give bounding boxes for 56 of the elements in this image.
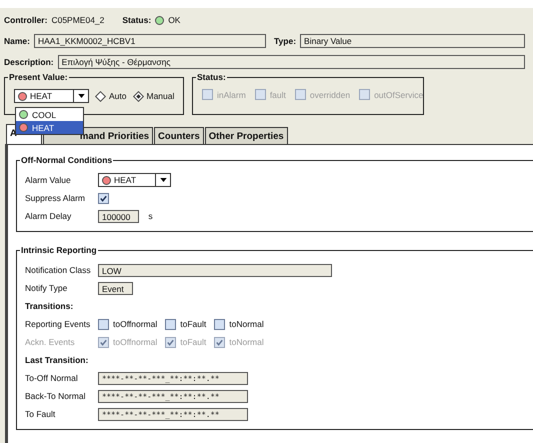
checkbox[interactable] — [214, 318, 226, 330]
field-label: Type: — [274, 36, 296, 46]
section-heading: Transitions: — [25, 301, 74, 311]
checkbox-label: toOffnormal — [113, 337, 158, 347]
checkbox-label: toFault — [180, 337, 206, 347]
field-label: Description: — [4, 57, 54, 67]
group-title: Status: — [196, 71, 227, 83]
checkbox[interactable] — [165, 318, 176, 330]
field-label: To Fault — [25, 409, 56, 419]
input-field[interactable]: LOW — [98, 264, 332, 276]
field-label: Notification Class — [25, 265, 92, 275]
group-title: Present Value: — [8, 71, 69, 83]
group-title: Off-Normal Conditions — [20, 154, 114, 166]
field-label: Name: — [4, 36, 30, 46]
field-label: Reporting Events — [25, 319, 92, 329]
checkbox-label: toOffnormal — [113, 319, 158, 329]
checkbox-label: toNormal — [229, 337, 264, 347]
field-label: Back-To Normal — [25, 391, 86, 401]
checkbox-label: toNormal — [229, 319, 264, 329]
caret-icon — [160, 178, 166, 182]
tab[interactable]: Counters — [154, 127, 204, 144]
radio-button[interactable] — [95, 90, 106, 102]
radio-label: Auto — [109, 91, 126, 101]
checkbox[interactable] — [98, 318, 109, 330]
checkbox-label: overridden — [310, 90, 350, 100]
dropdown-option[interactable]: COOL — [16, 108, 83, 121]
field-label: Notify Type — [25, 283, 68, 293]
caret-icon — [78, 94, 84, 98]
description-field[interactable]: Επιλογή Ψύξης - Θέρμανσης — [58, 55, 525, 69]
status-value: OK — [168, 15, 180, 25]
checkbox-label: inAlarm — [217, 90, 246, 100]
tab[interactable]: Other Properties — [204, 127, 288, 144]
name-field[interactable]: HAA1_KKM0002_HCBV1 — [34, 34, 266, 48]
field-label: Alarm Delay — [25, 211, 72, 221]
unit-label: s — [148, 211, 153, 221]
controller-value: C05PME04_2 — [51, 15, 104, 25]
field-label: To-Off Normal — [25, 373, 79, 383]
input-field[interactable]: Event — [98, 282, 133, 294]
field-label: Suppress Alarm — [25, 193, 86, 203]
value-dropdown[interactable]: HEAT — [14, 89, 89, 103]
field-label: Ackn. Events — [25, 337, 76, 347]
group-title: Intrinsic Reporting — [20, 244, 98, 256]
radio-label: Manual — [146, 91, 174, 101]
value-dropdown[interactable]: HEAT — [98, 173, 171, 187]
field-label: Alarm Value — [25, 175, 72, 185]
radio-button[interactable] — [132, 90, 144, 102]
dropdown-option[interactable]: HEAT — [16, 121, 83, 134]
checkbox-label: outOfService — [374, 90, 424, 100]
checkbox[interactable] — [98, 192, 109, 204]
input-field[interactable]: 100000 — [98, 210, 140, 222]
checkbox-label: fault — [270, 90, 286, 100]
field-label: Controller: — [4, 15, 48, 25]
checkbox-label: toFault — [180, 319, 206, 329]
type-field[interactable]: Binary Value — [300, 34, 525, 48]
field-label: Status: — [122, 15, 152, 25]
section-heading: Last Transition: — [25, 355, 88, 365]
